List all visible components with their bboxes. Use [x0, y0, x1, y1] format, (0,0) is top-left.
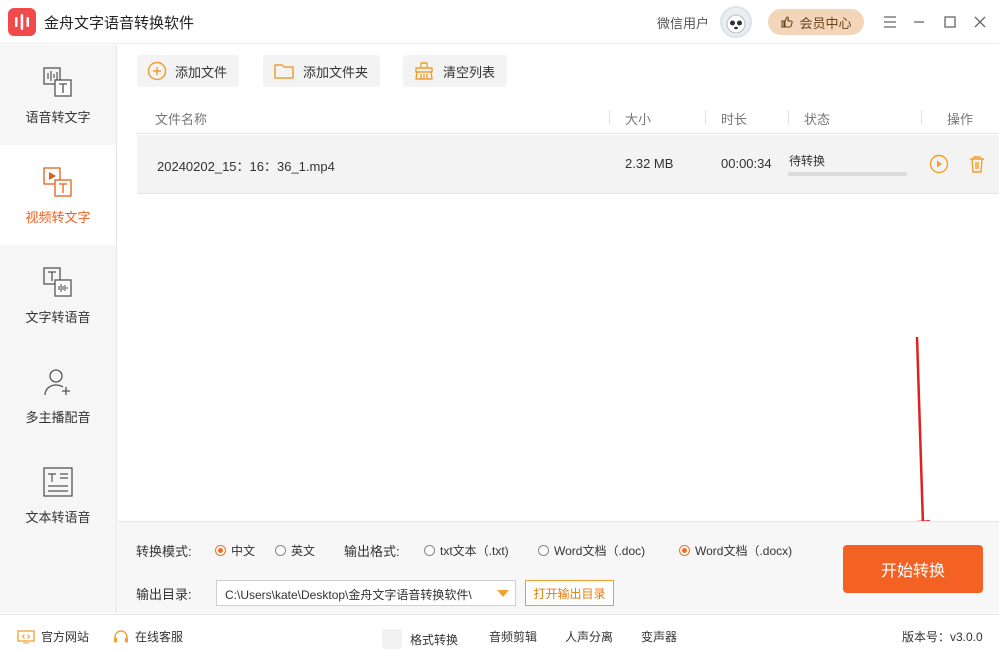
radio-label: Word文档（.docx) — [695, 544, 793, 558]
chevron-down-icon[interactable] — [497, 590, 509, 597]
add-file-button[interactable]: 添加文件 — [137, 55, 240, 87]
broom-icon — [415, 62, 433, 80]
progress-bar — [788, 172, 907, 176]
menu-icon[interactable] — [880, 12, 900, 32]
sidebar-item-label: 语音转文字 — [25, 110, 91, 125]
file-duration: 00:00:34 — [721, 156, 772, 171]
multi-voice-icon — [44, 369, 70, 396]
column-header-name: 文件名称 — [155, 112, 208, 127]
format-radio-doc[interactable]: Word文档（.doc) — [538, 542, 645, 559]
add-folder-button[interactable]: 添加文件夹 — [263, 55, 381, 87]
sidebar-item-text-to-audio[interactable]: 文字转语音 — [0, 245, 116, 345]
sidebar-item-label: 文本转语音 — [25, 510, 91, 525]
website-icon — [17, 629, 35, 644]
official-website-link[interactable]: 官方网站 — [17, 628, 89, 645]
sidebar: 语音转文字 视频转文字 文字转语音 多主播配音 文本转语音 — [0, 45, 117, 613]
voice-changer-link[interactable]: 变声器 — [641, 628, 677, 645]
online-support-link[interactable]: 在线客服 — [113, 628, 183, 645]
headset-icon — [114, 629, 128, 642]
app-placeholder-icon — [382, 629, 402, 649]
output-path-select[interactable]: C:\Users\kate\Desktop\金舟文字语音转换软件\ — [216, 580, 516, 606]
avatar[interactable] — [720, 6, 752, 38]
format-radio-docx[interactable]: Word文档（.docx) — [679, 542, 792, 559]
file-name: 20240202_15：16：36_1.mp4 — [157, 159, 335, 174]
link-label: 格式转换 — [410, 632, 459, 647]
format-radio-txt[interactable]: txt文本（.txt) — [424, 542, 509, 559]
add-circle-icon — [147, 61, 167, 81]
mode-radio-chinese[interactable]: 中文 — [215, 542, 255, 559]
app-title: 金舟文字语音转换软件 — [44, 15, 195, 32]
vip-center-button[interactable]: 会员中心 — [768, 9, 864, 35]
mode-radio-english[interactable]: 英文 — [275, 542, 315, 559]
radio-label: txt文本（.txt) — [440, 544, 509, 558]
radio-dot — [679, 545, 690, 556]
audio-edit-link[interactable]: 音频剪辑 — [489, 628, 537, 645]
minimize-icon[interactable] — [909, 12, 929, 32]
file-status: 待转换 — [789, 154, 826, 168]
file-size: 2.32 MB — [625, 156, 674, 171]
website-label: 官方网站 — [41, 630, 90, 644]
vocal-separation-link[interactable]: 人声分离 — [565, 628, 613, 645]
audio-to-text-icon — [43, 67, 72, 97]
sidebar-item-multi-voice[interactable]: 多主播配音 — [0, 345, 116, 445]
format-label: 输出格式: — [344, 544, 400, 559]
sidebar-item-label: 文字转语音 — [25, 310, 91, 325]
document-to-audio-icon — [43, 467, 73, 497]
sidebar-item-audio-to-text[interactable]: 语音转文字 — [0, 45, 116, 145]
status-bar: 官方网站 在线客服 格式转换 音频剪辑 人声分离 变声器 版本号：v3.0.0 — [0, 614, 999, 652]
table-row[interactable]: 20240202_15：16：36_1.mp4 2.32 MB 00:00:34… — [137, 135, 999, 194]
column-divider — [609, 110, 610, 125]
video-to-text-icon — [43, 167, 72, 197]
column-header-duration: 时长 — [721, 112, 748, 127]
text-to-audio-icon — [43, 267, 72, 297]
play-icon[interactable] — [928, 153, 950, 175]
output-dir-label: 输出目录: — [136, 587, 192, 602]
mode-label: 转换模式: — [136, 544, 192, 559]
trash-icon[interactable] — [966, 153, 988, 175]
column-divider — [921, 110, 922, 125]
support-label: 在线客服 — [135, 630, 184, 644]
sidebar-item-document-to-audio[interactable]: 文本转语音 — [0, 445, 116, 545]
settings-panel: 转换模式: 中文 英文 输出格式: txt文本（.txt) Word文档（.do… — [118, 521, 999, 613]
output-path-value: C:\Users\kate\Desktop\金舟文字语音转换软件\ — [225, 588, 472, 602]
add-folder-label: 添加文件夹 — [303, 64, 369, 80]
radio-dot — [424, 545, 435, 556]
clear-list-label: 清空列表 — [443, 64, 496, 80]
annotation-arrow — [915, 336, 930, 542]
version-label: 版本号：v3.0.0 — [902, 630, 983, 644]
add-file-label: 添加文件 — [175, 64, 228, 80]
column-divider — [788, 110, 789, 125]
sidebar-item-label: 多主播配音 — [25, 410, 91, 425]
sidebar-item-label: 视频转文字 — [25, 210, 91, 225]
radio-dot — [275, 545, 286, 556]
maximize-icon[interactable] — [940, 12, 960, 32]
column-divider — [705, 110, 706, 125]
radio-dot — [538, 545, 549, 556]
vip-label: 会员中心 — [799, 15, 852, 31]
column-header-actions: 操作 — [947, 112, 974, 127]
column-header-size: 大小 — [625, 112, 652, 127]
clear-list-button[interactable]: 清空列表 — [403, 55, 508, 87]
close-icon[interactable] — [970, 12, 990, 32]
user-name[interactable]: 微信用户 — [657, 13, 709, 32]
app-logo — [8, 8, 36, 36]
title-bar: 金舟文字语音转换软件 微信用户 会员中心 — [0, 0, 999, 44]
column-header-status: 状态 — [804, 112, 831, 127]
file-table-header: 文件名称 大小 时长 状态 操作 — [137, 101, 999, 134]
start-convert-button[interactable]: 开始转换 — [843, 545, 983, 593]
open-output-dir-button[interactable]: 打开输出目录 — [525, 580, 614, 606]
radio-label: 中文 — [231, 544, 256, 558]
folder-icon — [274, 64, 294, 79]
sidebar-item-video-to-text[interactable]: 视频转文字 — [0, 145, 116, 245]
format-convert-link[interactable]: 格式转换 — [380, 628, 458, 650]
radio-label: Word文档（.doc) — [554, 544, 646, 558]
radio-dot — [215, 545, 226, 556]
thumb-up-icon — [781, 16, 794, 28]
radio-label: 英文 — [291, 544, 316, 558]
